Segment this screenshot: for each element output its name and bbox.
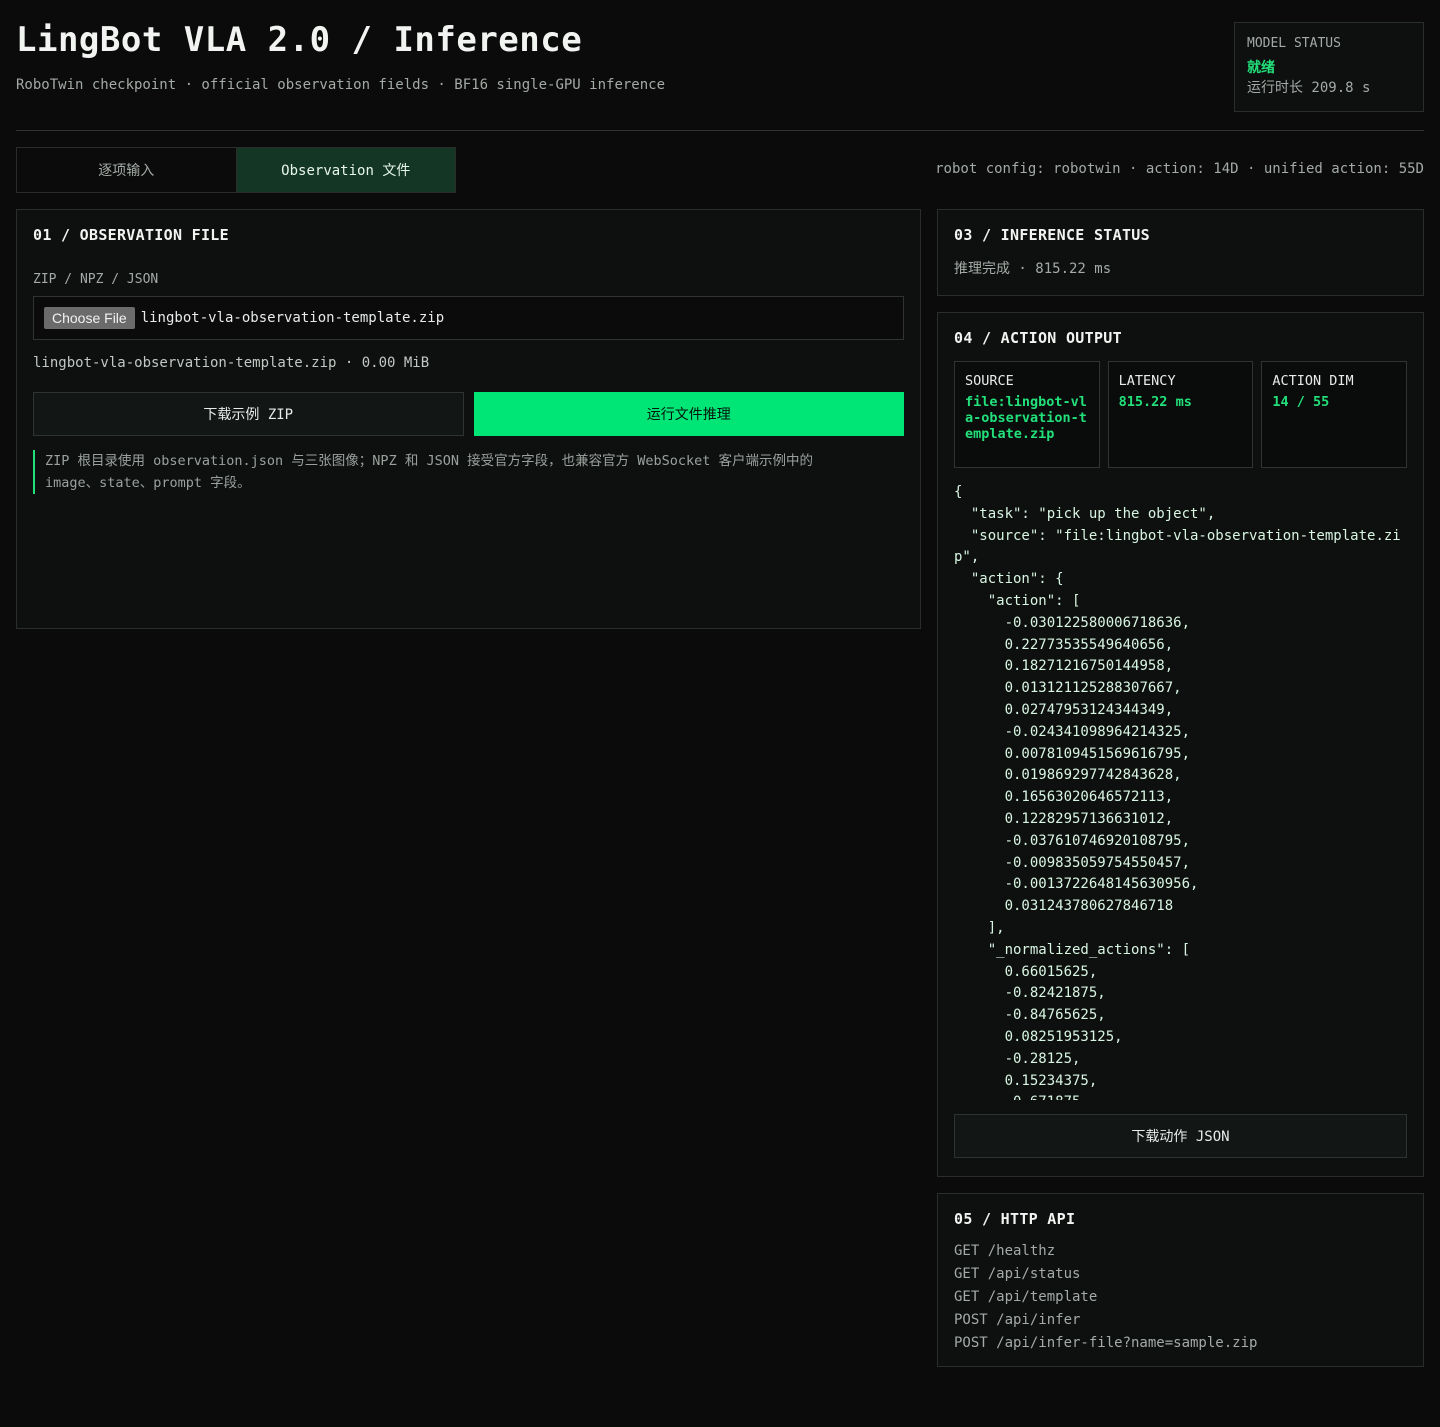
tab-observation-file[interactable]: Observation 文件: [235, 148, 455, 192]
action-json-output[interactable]: { "task": "pick up the object", "source"…: [954, 482, 1407, 1100]
kpi-action-dim-key: ACTION DIM: [1272, 373, 1354, 389]
endpoint-item: POST /api/infer-file?name=sample.zip: [954, 1335, 1258, 1351]
choose-file-button[interactable]: Choose File: [44, 307, 135, 329]
file-input[interactable]: Choose File lingbot-vla-observation-temp…: [33, 296, 904, 340]
action-output-title: 04 / ACTION OUTPUT: [954, 329, 1122, 347]
action-output-panel: 04 / ACTION OUTPUT SOURCE file:lingbot-v…: [937, 312, 1424, 1177]
tab-field-input[interactable]: 逐项输入: [17, 148, 236, 192]
run-file-inference-button[interactable]: 运行文件推理: [473, 392, 904, 436]
inference-status-text: 推理完成 · 815.22 ms: [954, 261, 1112, 277]
kpi-latency: LATENCY 815.22 ms: [1107, 361, 1254, 468]
header-divider: [16, 130, 1424, 131]
observation-file-panel: 01 / OBSERVATION FILE ZIP / NPZ / JSON C…: [16, 209, 921, 629]
selected-file-name: lingbot-vla-observation-template.zip: [140, 310, 445, 326]
kpi-action-dim: ACTION DIM 14 / 55: [1261, 361, 1408, 468]
observation-panel-title: 01 / OBSERVATION FILE: [33, 226, 229, 244]
http-api-title: 05 / HTTP API: [954, 1210, 1076, 1228]
download-sample-zip-button[interactable]: 下载示例 ZIP: [33, 392, 464, 436]
endpoint-list: GET /healthz GET /api/status GET /api/te…: [954, 1240, 1407, 1355]
kpi-source-key: SOURCE: [965, 373, 1014, 389]
inference-status-panel: 03 / INFERENCE STATUS 推理完成 · 815.22 ms: [937, 209, 1424, 296]
robot-config-line: robot config: robotwin · action: 14D · u…: [935, 161, 1424, 177]
format-note: ZIP 根目录使用 observation.json 与三张图像；NPZ 和 J…: [33, 450, 863, 494]
model-status-card: MODEL STATUS 就绪 运行时长 209.8 s: [1234, 22, 1424, 112]
endpoint-item: POST /api/infer: [954, 1312, 1081, 1328]
observation-actions: 下载示例 ZIP 运行文件推理: [33, 392, 904, 436]
action-kpis: SOURCE file:lingbot-vla-observation-temp…: [954, 361, 1408, 468]
file-meta: lingbot-vla-observation-template.zip · 0…: [33, 355, 430, 371]
page-title: LingBot VLA 2.0 / Inference: [16, 20, 583, 60]
file-type-label: ZIP / NPZ / JSON: [33, 272, 159, 287]
model-uptime: 运行时长 209.8 s: [1247, 80, 1371, 96]
http-api-panel: 05 / HTTP API GET /healthz GET /api/stat…: [937, 1193, 1424, 1367]
endpoint-item: GET /api/template: [954, 1289, 1098, 1305]
page-subtitle: RoboTwin checkpoint · official observati…: [16, 77, 666, 93]
inference-status-title: 03 / INFERENCE STATUS: [954, 226, 1150, 244]
model-status-value: 就绪: [1247, 60, 1275, 76]
kpi-latency-key: LATENCY: [1118, 373, 1176, 389]
kpi-latency-value: 815.22 ms: [1118, 394, 1192, 410]
input-mode-tabs: 逐项输入 Observation 文件: [16, 147, 456, 193]
endpoint-item: GET /healthz: [954, 1243, 1056, 1259]
model-status-label: MODEL STATUS: [1247, 36, 1341, 51]
kpi-source-value: file:lingbot-vla-observation-template.zi…: [965, 394, 1087, 442]
kpi-source: SOURCE file:lingbot-vla-observation-temp…: [954, 361, 1100, 468]
page-header: LingBot VLA 2.0 / Inference RoboTwin che…: [16, 18, 1424, 130]
endpoint-item: GET /api/status: [954, 1266, 1081, 1282]
download-action-json-button[interactable]: 下载动作 JSON: [954, 1114, 1407, 1158]
kpi-action-dim-value: 14 / 55: [1272, 394, 1330, 410]
